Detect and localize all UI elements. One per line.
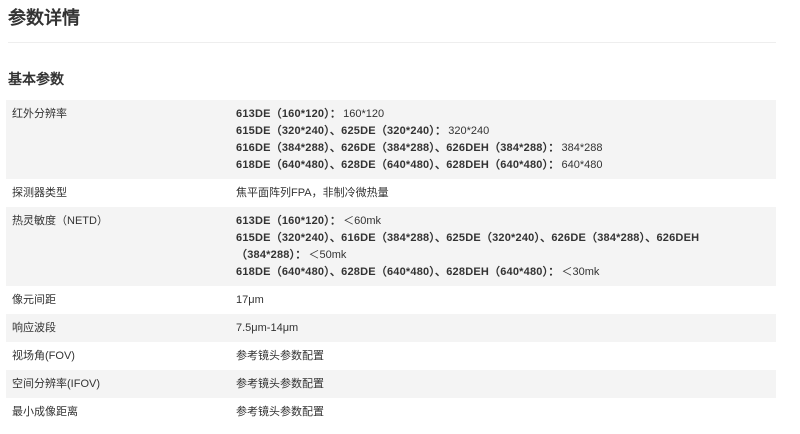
- spec-row-spectral-band: 响应波段 7.5μm-14μm: [6, 314, 776, 342]
- resolution-value: 320*240: [448, 125, 490, 137]
- spec-row-ifov: 空间分辨率(IFOV) 参考镜头参数配置: [6, 370, 776, 398]
- spec-value: 参考镜头参数配置: [236, 370, 776, 398]
- spec-value-line: 616DE（384*288）、626DE（384*288）、626DEH（384…: [236, 140, 756, 157]
- spec-label: 热灵敏度（NETD）: [6, 207, 236, 286]
- model-list: 615DE（320*240）、616DE（384*288）、625DE（320*…: [236, 232, 700, 261]
- spec-row-fov: 视场角(FOV) 参考镜头参数配置: [6, 342, 776, 370]
- page-title: 参数详情: [8, 8, 80, 28]
- model-list: 613DE（160*120）：: [236, 108, 342, 120]
- spec-value-line: 618DE（640*480）、628DE（640*480）、628DEH（640…: [236, 264, 756, 281]
- spec-value-line: 618DE（640*480）、628DE（640*480）、628DEH（640…: [236, 157, 756, 174]
- section-title: 基本参数: [8, 71, 64, 87]
- netd-value: ＜50mk: [308, 249, 347, 261]
- spec-value: 17μm: [236, 294, 264, 306]
- spec-value: 613DE（160*120）： ＜60mk 615DE（320*240）、616D…: [236, 207, 776, 286]
- spec-row-min-distance: 最小成像距离 参考镜头参数配置: [6, 398, 776, 426]
- spec-row-pixel-pitch: 像元间距 17μm: [6, 286, 776, 314]
- model-list: 613DE（160*120）：: [236, 215, 342, 227]
- spec-value: 7.5μm-14μm: [236, 314, 776, 342]
- spec-row-netd: 热灵敏度（NETD） 613DE（160*120）： ＜60mk 615DE（32…: [6, 207, 776, 286]
- spec-value: 参考镜头参数配置: [236, 406, 324, 418]
- spec-row-ir-resolution: 红外分辨率 613DE（160*120）： 160*120 615DE（320*2…: [6, 100, 776, 179]
- title-divider: [8, 42, 776, 43]
- spec-label: 空间分辨率(IFOV): [6, 370, 236, 398]
- spec-value-line: 615DE（320*240）、616DE（384*288）、625DE（320*…: [236, 230, 756, 264]
- model-list: 618DE（640*480）、628DE（640*480）、628DEH（640…: [236, 159, 560, 171]
- resolution-value: 160*120: [343, 108, 385, 120]
- spec-value-line: 613DE（160*120）： 160*120: [236, 106, 756, 123]
- spec-value-line: 613DE（160*120）： ＜60mk: [236, 213, 756, 230]
- spec-value: 焦平面阵列FPA，非制冷微热量: [236, 187, 389, 199]
- spec-label: 视场角(FOV): [12, 350, 75, 362]
- model-list: 616DE（384*288）、626DE（384*288）、626DEH（384…: [236, 142, 560, 154]
- spec-value-line: 615DE（320*240）、625DE（320*240）： 320*240: [236, 123, 756, 140]
- spec-value: 参考镜头参数配置: [236, 350, 324, 362]
- model-list: 615DE（320*240）、625DE（320*240）：: [236, 125, 447, 137]
- resolution-value: 384*288: [561, 142, 603, 154]
- model-list: 618DE（640*480）、628DE（640*480）、628DEH（640…: [236, 266, 560, 278]
- spec-table: 红外分辨率 613DE（160*120）： 160*120 615DE（320*2…: [6, 100, 776, 426]
- spec-label: 探测器类型: [12, 187, 67, 199]
- netd-value: ＜30mk: [561, 266, 600, 278]
- spec-label: 最小成像距离: [12, 406, 78, 418]
- netd-value: ＜60mk: [343, 215, 382, 227]
- spec-label: 响应波段: [6, 314, 236, 342]
- spec-label: 红外分辨率: [6, 100, 236, 179]
- spec-label: 像元间距: [12, 294, 56, 306]
- spec-value: 613DE（160*120）： 160*120 615DE（320*240）、62…: [236, 100, 776, 179]
- spec-row-detector-type: 探测器类型 焦平面阵列FPA，非制冷微热量: [6, 179, 776, 207]
- resolution-value: 640*480: [561, 159, 603, 171]
